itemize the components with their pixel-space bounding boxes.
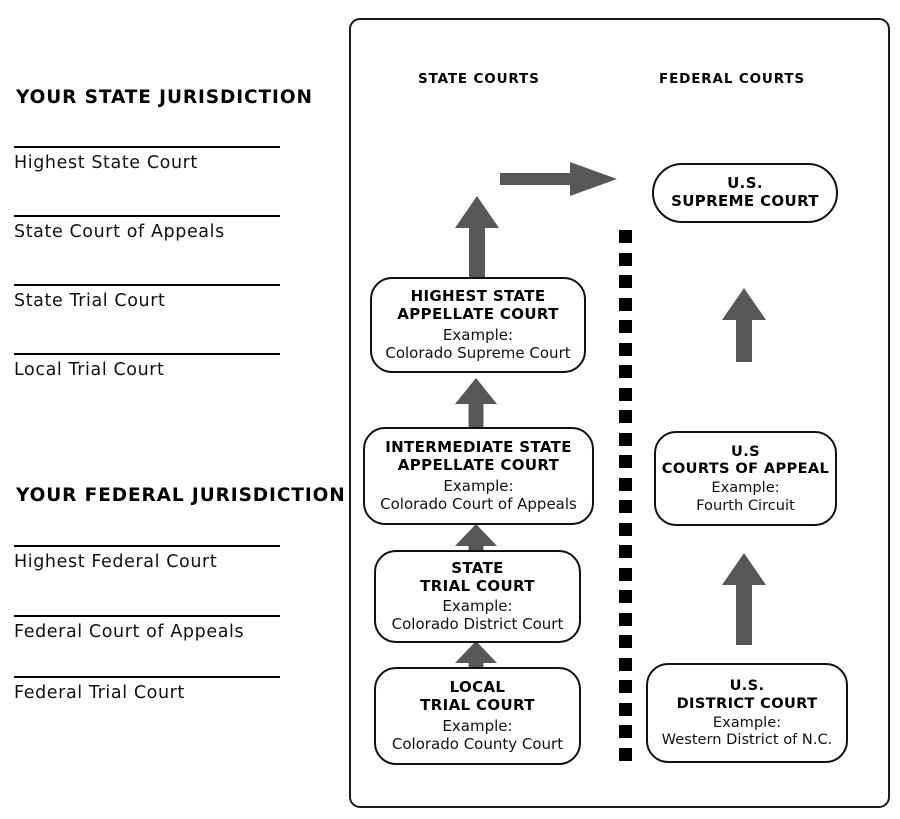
court-box-title-line1: U.S — [731, 442, 760, 460]
court-box-title-line1: INTERMEDIATE STATE — [385, 438, 572, 457]
court-box-title-line2: COURTS OF APPEAL — [661, 460, 830, 477]
arrow-appeal-to-supreme — [722, 288, 766, 362]
court-box-us-courts-of-appeal[interactable]: U.S COURTS OF APPEAL Example: Fourth Cir… — [654, 431, 837, 526]
court-box-example-label: Example: — [443, 476, 514, 495]
fill-in-entry-state-trial-court[interactable]: State Trial Court — [14, 284, 280, 311]
court-box-intermediate-state-appellate-court[interactable]: INTERMEDIATE STATE APPELLATE COURT Examp… — [363, 427, 594, 525]
court-box-example-value: Colorado Court of Appeals — [380, 494, 577, 513]
court-box-example-value: Colorado County Court — [391, 734, 564, 753]
court-box-title-line2: TRIAL COURT — [420, 576, 535, 595]
fill-in-entry-state-court-of-appeals[interactable]: State Court of Appeals — [14, 215, 280, 242]
state-federal-divider — [619, 230, 632, 768]
court-box-example-label: Example: — [442, 597, 513, 616]
write-in-rule — [14, 615, 280, 617]
fill-in-entry-local-trial-court[interactable]: Local Trial Court — [14, 353, 280, 380]
court-box-title-line1: U.S. — [729, 677, 765, 695]
fill-in-entry-federal-trial-court[interactable]: Federal Trial Court — [14, 676, 280, 703]
write-in-rule — [14, 284, 280, 286]
fill-in-label: Federal Trial Court — [14, 683, 185, 703]
fill-in-entry-federal-court-of-appeals[interactable]: Federal Court of Appeals — [14, 615, 280, 642]
court-box-example-label: Example: — [442, 325, 514, 344]
write-in-rule — [14, 353, 280, 355]
court-box-example-value: Fourth Circuit — [696, 496, 795, 514]
column-header-state-courts: STATE COURTS — [418, 71, 540, 87]
arrow-state-to-us-supreme-court — [500, 162, 617, 196]
jurisdiction-worksheet-panel: YOUR STATE JURISDICTION Highest State Co… — [0, 0, 348, 819]
court-box-title-line1: HIGHEST STATE — [410, 287, 546, 306]
fill-in-label: State Trial Court — [14, 291, 166, 311]
fill-in-label: Federal Court of Appeals — [14, 622, 245, 642]
arrow-highest-state-upward — [455, 196, 499, 286]
fill-in-label: Highest State Court — [14, 153, 198, 173]
arrow-local-to-state-trial — [455, 641, 497, 671]
fill-in-label: Local Trial Court — [14, 360, 165, 380]
court-box-local-trial-court[interactable]: LOCAL TRIAL COURT Example: Colorado Coun… — [374, 667, 581, 765]
court-box-title-line2: APPELLATE COURT — [397, 305, 559, 323]
arrow-district-to-appeal — [722, 553, 766, 645]
court-box-example-value: Colorado District Court — [391, 615, 564, 634]
court-box-us-district-court[interactable]: U.S. DISTRICT COURT Example: Western Dis… — [646, 663, 848, 763]
court-box-title-line2: TRIAL COURT — [420, 696, 535, 714]
court-box-example-label: Example: — [712, 713, 782, 731]
court-box-title-line2: DISTRICT COURT — [676, 694, 818, 712]
court-box-example-label: Example: — [442, 716, 513, 735]
court-box-example-value: Colorado Supreme Court — [385, 343, 571, 362]
court-box-highest-state-appellate-court[interactable]: HIGHEST STATE APPELLATE COURT Example: C… — [370, 277, 586, 373]
state-jurisdiction-heading: YOUR STATE JURISDICTION — [16, 87, 313, 108]
federal-jurisdiction-heading: YOUR FEDERAL JURISDICTION — [16, 485, 346, 506]
write-in-rule — [14, 146, 280, 148]
court-box-state-trial-court[interactable]: STATE TRIAL COURT Example: Colorado Dist… — [374, 550, 581, 643]
court-box-title-line1: U.S. — [727, 174, 763, 193]
fill-in-entry-highest-state-court[interactable]: Highest State Court — [14, 146, 280, 173]
court-box-us-supreme-court[interactable]: U.S. SUPREME COURT — [652, 163, 838, 223]
court-box-example-value: Western District of N.C. — [661, 731, 833, 749]
arrow-intermediate-to-highest-state — [455, 378, 497, 430]
court-box-title-line2: SUPREME COURT — [671, 192, 819, 210]
fill-in-label: Highest Federal Court — [14, 552, 218, 572]
write-in-rule — [14, 676, 280, 678]
column-header-federal-courts: FEDERAL COURTS — [659, 71, 805, 87]
fill-in-entry-highest-federal-court[interactable]: Highest Federal Court — [14, 545, 280, 572]
arrow-state-trial-to-intermediate — [455, 524, 497, 554]
court-box-example-label: Example: — [711, 479, 780, 497]
write-in-rule — [14, 215, 280, 217]
court-box-title-line1: STATE — [451, 558, 504, 577]
court-box-title-line1: LOCAL — [449, 678, 506, 697]
court-box-title-line2: APPELLATE COURT — [397, 456, 560, 474]
fill-in-label: State Court of Appeals — [14, 222, 225, 242]
write-in-rule — [14, 545, 280, 547]
